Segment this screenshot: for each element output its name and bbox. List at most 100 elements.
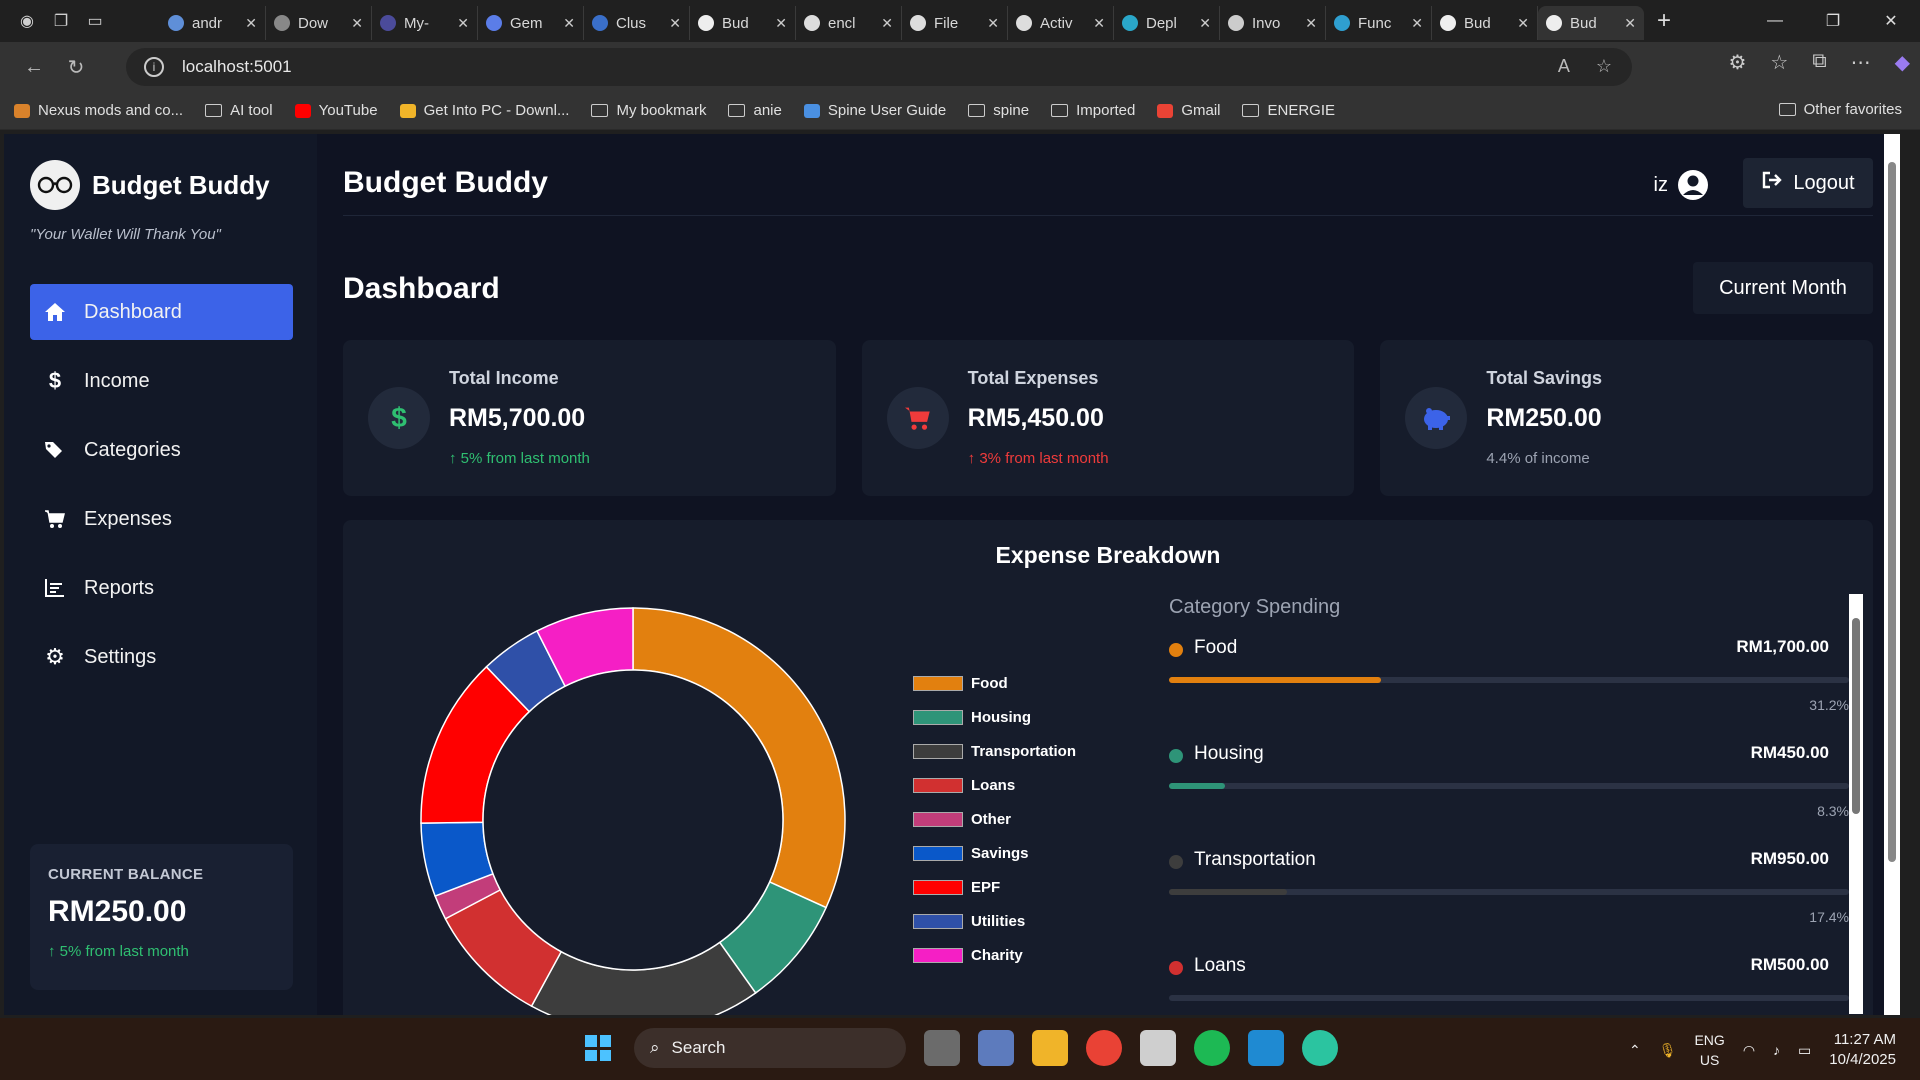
roblox-icon[interactable] (1140, 1030, 1176, 1066)
legend-item[interactable]: Utilities (913, 904, 1076, 938)
tab-close-icon[interactable]: ✕ (881, 15, 893, 32)
url-field[interactable]: i localhost:5001 A ☆ (126, 48, 1632, 86)
legend-item[interactable]: EPF (913, 870, 1076, 904)
browser-tab[interactable]: Func ✕ (1326, 6, 1432, 40)
bookmark-item[interactable]: Nexus mods and co... (14, 102, 183, 119)
microphone-icon[interactable]: 🎙 (1659, 1042, 1677, 1059)
category-scrollbar[interactable] (1849, 594, 1863, 1014)
browser-tab[interactable]: encl ✕ (796, 6, 902, 40)
chrome-icon[interactable] (1086, 1030, 1122, 1066)
tab-close-icon[interactable]: ✕ (1624, 15, 1636, 32)
tab-close-icon[interactable]: ✕ (987, 15, 999, 32)
screenshot-icon[interactable]: ⧉ (1812, 50, 1826, 75)
bookmark-item[interactable]: Imported (1051, 102, 1135, 119)
tab-close-icon[interactable]: ✕ (775, 15, 787, 32)
legend-item[interactable]: Housing (913, 700, 1076, 734)
bookmark-item[interactable]: Spine User Guide (803, 102, 946, 119)
bookmark-item[interactable]: AI tool (205, 102, 273, 119)
chevron-up-icon[interactable]: ⌃ (1629, 1042, 1641, 1059)
sidebar-item-settings[interactable]: ⚙ Settings (30, 629, 293, 685)
sidebar-item-expenses[interactable]: Expenses (30, 491, 293, 547)
browser-tab[interactable]: Invo ✕ (1220, 6, 1326, 40)
windows-start-icon[interactable] (580, 1030, 616, 1066)
chart-legend: Food Housing Transportation Loans Other Savin… (913, 666, 1076, 972)
browser-tab[interactable]: Activ ✕ (1008, 6, 1114, 40)
refresh-icon[interactable]: ↻ (56, 47, 96, 87)
logout-button[interactable]: Logout (1743, 158, 1873, 208)
tab-close-icon[interactable]: ✕ (1305, 15, 1317, 32)
edge-icon[interactable] (1302, 1030, 1338, 1066)
brand[interactable]: Budget Buddy (30, 160, 270, 210)
volume-icon[interactable]: ♪ (1773, 1042, 1780, 1058)
minimize-icon[interactable]: — (1746, 0, 1804, 42)
bookmark-item[interactable]: YouTube (294, 102, 378, 119)
legend-item[interactable]: Loans (913, 768, 1076, 802)
browser-tab[interactable]: Bud ✕ (1432, 6, 1538, 40)
bookmark-item[interactable]: ENERGIE (1242, 102, 1335, 119)
language-indicator[interactable]: ENG US (1694, 1030, 1724, 1070)
tab-close-icon[interactable]: ✕ (669, 15, 681, 32)
task-view-icon[interactable] (924, 1030, 960, 1066)
restore-icon[interactable]: ❐ (1804, 0, 1862, 42)
page-scroll-thumb[interactable] (1888, 162, 1896, 862)
more-menu-icon[interactable]: ⋯ (1851, 50, 1871, 75)
tab-close-icon[interactable]: ✕ (1199, 15, 1211, 32)
sidebar-item-income[interactable]: $ Income (30, 353, 293, 409)
new-tab-button[interactable]: + (1644, 7, 1684, 35)
workspaces-icon[interactable]: ❐ (46, 6, 76, 36)
browser-tab[interactable]: Bud ✕ (1538, 6, 1644, 40)
back-icon[interactable]: ← (14, 47, 54, 87)
other-favorites[interactable]: Other favorites (1778, 101, 1902, 118)
bookmark-item[interactable]: anie (728, 102, 782, 119)
battery-icon[interactable]: ▭ (1798, 1042, 1811, 1059)
tab-close-icon[interactable]: ✕ (1093, 15, 1105, 32)
site-info-icon[interactable]: i (144, 57, 164, 77)
bookmark-item[interactable]: spine (968, 102, 1029, 119)
browser-tab[interactable]: Gem ✕ (478, 6, 584, 40)
vertical-tabs-icon[interactable]: ▭ (80, 6, 110, 36)
tab-close-icon[interactable]: ✕ (1411, 15, 1423, 32)
taskbar-search[interactable]: ⌕ Search (634, 1028, 906, 1068)
spotify-icon[interactable] (1194, 1030, 1230, 1066)
wifi-icon[interactable]: ◠ (1743, 1042, 1755, 1059)
browser-tab[interactable]: Dow ✕ (266, 6, 372, 40)
sidebar-item-categories[interactable]: Categories (30, 422, 293, 478)
clock[interactable]: 11:27 AM 10/4/2025 (1829, 1030, 1896, 1070)
extensions-icon[interactable]: ⚙ (1728, 50, 1746, 75)
tab-close-icon[interactable]: ✕ (1517, 15, 1529, 32)
bookmark-item[interactable]: My bookmark (591, 102, 706, 119)
read-aloud-icon[interactable]: A (1558, 56, 1570, 77)
file-explorer-icon[interactable] (1032, 1030, 1068, 1066)
sidebar-item-reports[interactable]: Reports (30, 560, 293, 616)
legend-item[interactable]: Transportation (913, 734, 1076, 768)
browser-tab[interactable]: Clus ✕ (584, 6, 690, 40)
vscode-icon[interactable] (1248, 1030, 1284, 1066)
bookmark-item[interactable]: Get Into PC - Downl... (399, 102, 569, 119)
tab-close-icon[interactable]: ✕ (245, 15, 257, 32)
period-selector-button[interactable]: Current Month (1693, 262, 1873, 314)
legend-item[interactable]: Charity (913, 938, 1076, 972)
favorite-star-icon[interactable]: ☆ (1596, 56, 1612, 77)
browser-tab[interactable]: My- ✕ (372, 6, 478, 40)
favorites-icon[interactable]: ☆ (1770, 50, 1788, 75)
tab-close-icon[interactable]: ✕ (351, 15, 363, 32)
profile-icon[interactable]: ◉ (12, 6, 42, 36)
sidebar-item-dashboard[interactable]: Dashboard (30, 284, 293, 340)
game-app-icon[interactable] (978, 1030, 1014, 1066)
bookmark-item[interactable]: Gmail (1157, 102, 1220, 119)
page-scrollbar[interactable] (1884, 134, 1900, 1015)
category-scroll-thumb[interactable] (1852, 618, 1860, 814)
browser-tab[interactable]: File ✕ (902, 6, 1008, 40)
user-menu[interactable]: iz (1654, 170, 1708, 200)
close-window-icon[interactable]: ✕ (1862, 0, 1920, 42)
copilot-icon[interactable]: ◆ (1895, 50, 1910, 75)
tab-close-icon[interactable]: ✕ (563, 15, 575, 32)
browser-tab[interactable]: andr ✕ (160, 6, 266, 40)
browser-tab[interactable]: Bud ✕ (690, 6, 796, 40)
legend-label: EPF (971, 878, 1001, 896)
tab-close-icon[interactable]: ✕ (457, 15, 469, 32)
legend-item[interactable]: Other (913, 802, 1076, 836)
legend-item[interactable]: Food (913, 666, 1076, 700)
legend-item[interactable]: Savings (913, 836, 1076, 870)
browser-tab[interactable]: Depl ✕ (1114, 6, 1220, 40)
